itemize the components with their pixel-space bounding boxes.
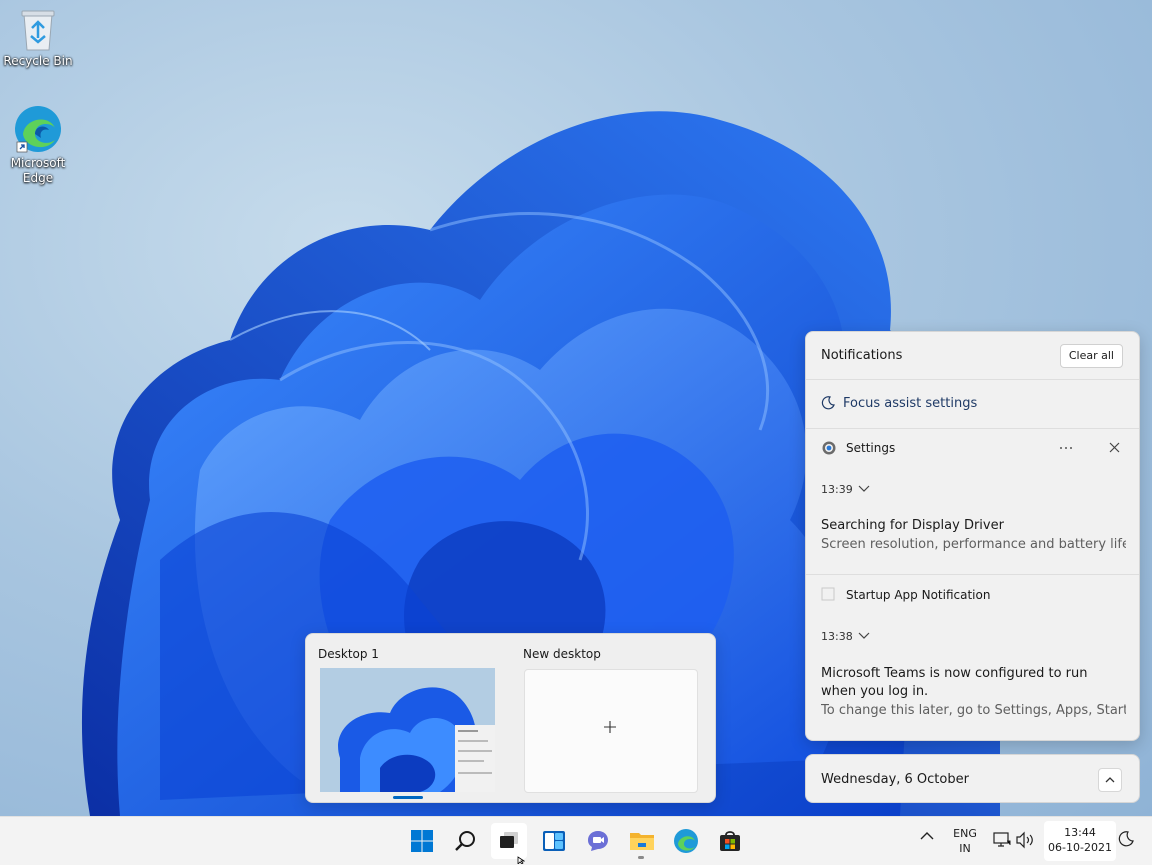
notification-title: Notifications	[821, 348, 903, 363]
taskbar-search-button[interactable]	[448, 823, 484, 859]
task-view-desktops-flyout: Desktop 1 New desktop	[305, 633, 716, 803]
desktop-label: Desktop 1	[318, 647, 379, 661]
input-language-indicator[interactable]: ENG IN	[944, 826, 986, 856]
chevron-down-icon[interactable]	[858, 485, 870, 493]
calendar-date-label: Wednesday, 6 October	[821, 772, 969, 787]
mouse-cursor-icon	[517, 856, 525, 864]
notification-card-startup[interactable]: Startup App Notification 13:38 Microsoft…	[806, 575, 1139, 740]
plus-icon	[604, 721, 616, 733]
chat-icon	[588, 831, 608, 851]
taskbar: ENG IN 13:44 06-10-2021	[0, 816, 1152, 865]
notification-card-settings[interactable]: Settings 13:39 Searching for Display Dri…	[806, 429, 1139, 575]
chevron-down-icon[interactable]	[858, 632, 870, 640]
notification-app-name: Settings	[846, 441, 896, 455]
new-desktop-button[interactable]	[524, 669, 698, 793]
folder-icon	[630, 833, 654, 850]
expand-calendar-button[interactable]	[1098, 768, 1122, 792]
language-line: ENG	[953, 827, 977, 840]
notification-body: Screen resolution, performance and batte…	[821, 537, 1126, 552]
focus-assist-settings-link[interactable]: Focus assist settings	[806, 380, 1139, 429]
notification-body: To change this later, go to Settings, Ap…	[821, 703, 1126, 718]
desktop-icon-label: Microsoft Edge	[10, 156, 66, 185]
chevron-up-icon	[1105, 777, 1115, 783]
taskbar-file-explorer-button[interactable]	[624, 823, 660, 859]
gear-icon	[822, 441, 836, 455]
taskbar-task-view-button[interactable]	[491, 823, 527, 859]
focus-assist-label: Focus assist settings	[843, 396, 978, 411]
desktop-icon-recycle-bin[interactable]: Recycle Bin	[0, 8, 76, 69]
app-icon	[821, 587, 835, 601]
network-volume-icons	[993, 831, 1033, 849]
show-hidden-icons-chevron-icon[interactable]	[920, 831, 934, 841]
recycle-bin-icon	[21, 10, 55, 51]
clear-all-button[interactable]: Clear all	[1059, 344, 1123, 368]
language-region-line: IN	[959, 842, 971, 855]
task-view-icon	[500, 832, 518, 848]
desktop-1-thumbnail	[320, 668, 495, 792]
desktop-1-tile[interactable]: Desktop 1	[306, 634, 510, 802]
widgets-icon	[543, 831, 565, 851]
taskbar-clock[interactable]: 13:44 06-10-2021	[1044, 821, 1116, 861]
edge-icon	[674, 829, 698, 853]
notification-heading: Searching for Display Driver	[821, 518, 1004, 533]
desktop-label: New desktop	[523, 647, 601, 661]
calendar-panel: Wednesday, 6 October	[805, 754, 1140, 803]
notification-app-name: Startup App Notification	[846, 588, 991, 602]
selected-desktop-indicator	[393, 796, 423, 799]
new-desktop-tile[interactable]: New desktop	[510, 634, 715, 802]
clock-time: 13:44	[1064, 826, 1096, 839]
edge-icon	[15, 106, 61, 153]
desktop-icon-label: Recycle Bin	[3, 54, 73, 68]
close-icon[interactable]	[1109, 442, 1120, 453]
notification-center: Notifications Clear all Focus assist set…	[805, 331, 1140, 741]
more-options-icon[interactable]	[1059, 446, 1073, 450]
notification-time: 13:39	[821, 483, 853, 496]
focus-assist-moon-icon[interactable]	[1118, 831, 1134, 847]
desktop-icon-edge[interactable]: Microsoft Edge	[0, 104, 76, 186]
taskbar-chat-button[interactable]	[580, 823, 616, 859]
running-indicator	[638, 856, 644, 859]
taskbar-widgets-button[interactable]	[536, 823, 572, 859]
taskbar-store-button[interactable]	[712, 823, 748, 859]
system-tray-status[interactable]	[993, 831, 1035, 852]
notification-heading: Microsoft Teams is now configured to run…	[821, 666, 1088, 699]
search-icon	[455, 831, 475, 851]
taskbar-start-button[interactable]	[404, 823, 440, 859]
windows-logo-icon	[411, 830, 433, 852]
wallpaper-thumbnail	[320, 668, 495, 792]
clock-date: 06-10-2021	[1048, 841, 1112, 854]
moon-icon	[821, 396, 835, 410]
store-icon	[720, 831, 740, 851]
taskbar-edge-button[interactable]	[668, 823, 704, 859]
notification-time: 13:38	[821, 630, 853, 643]
notification-header: Notifications Clear all	[806, 332, 1139, 380]
